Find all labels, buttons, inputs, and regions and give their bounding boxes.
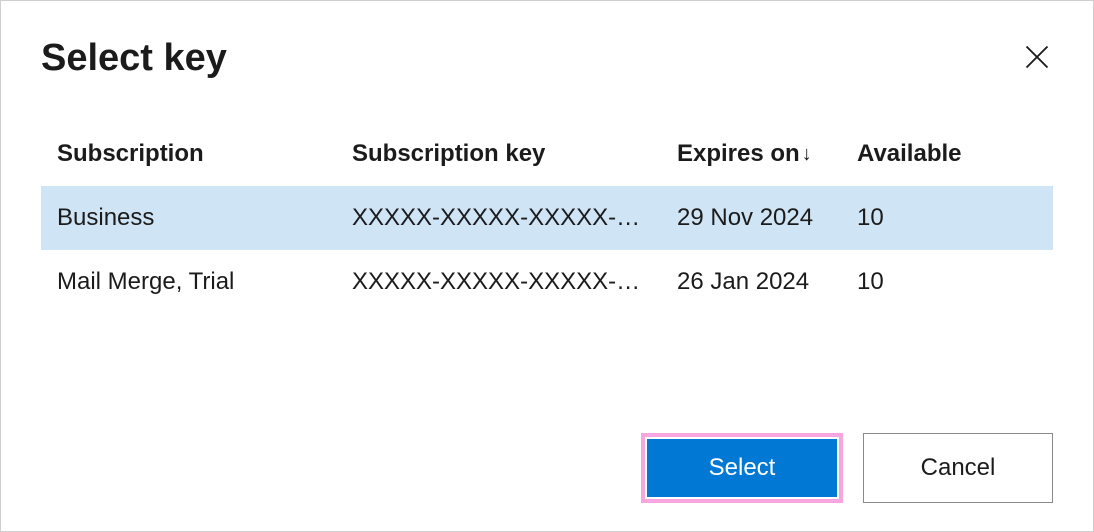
sort-descending-icon: ↓ — [802, 143, 812, 165]
dialog-title: Select key — [41, 37, 227, 80]
cell-subscription: Business — [41, 186, 336, 250]
header-expires-label: Expires on — [677, 140, 800, 167]
keys-table: Subscription Subscription key Expires on… — [41, 130, 1053, 314]
cell-key: XXXXX-XXXXX-XXXXX-XXXXX — [336, 250, 661, 314]
table-header-row: Subscription Subscription key Expires on… — [41, 130, 1053, 186]
header-expires-on[interactable]: Expires on↓ — [661, 130, 841, 186]
header-subscription[interactable]: Subscription — [41, 130, 336, 186]
select-key-dialog: Select key Subscription Subscription key — [0, 0, 1094, 532]
select-button-highlight: Select — [641, 433, 843, 503]
table-row[interactable]: Mail Merge, Trial XXXXX-XXXXX-XXXXX-XXXX… — [41, 250, 1053, 314]
close-icon — [1023, 43, 1051, 71]
cell-expires: 29 Nov 2024 — [661, 186, 841, 250]
cell-subscription: Mail Merge, Trial — [41, 250, 336, 314]
select-button[interactable]: Select — [647, 439, 837, 497]
table-row[interactable]: Business XXXXX-XXXXX-XXXXX-XXXXX 29 Nov … — [41, 186, 1053, 250]
dialog-header: Select key — [41, 37, 1053, 80]
dialog-footer: Select Cancel — [41, 413, 1053, 503]
keys-table-wrap: Subscription Subscription key Expires on… — [41, 130, 1053, 413]
cell-available: 10 — [841, 250, 1053, 314]
close-button[interactable] — [1021, 41, 1053, 73]
cancel-button[interactable]: Cancel — [863, 433, 1053, 503]
cell-available: 10 — [841, 186, 1053, 250]
cell-key: XXXXX-XXXXX-XXXXX-XXXXX — [336, 186, 661, 250]
header-subscription-key[interactable]: Subscription key — [336, 130, 661, 186]
cell-expires: 26 Jan 2024 — [661, 250, 841, 314]
header-available[interactable]: Available — [841, 130, 1053, 186]
